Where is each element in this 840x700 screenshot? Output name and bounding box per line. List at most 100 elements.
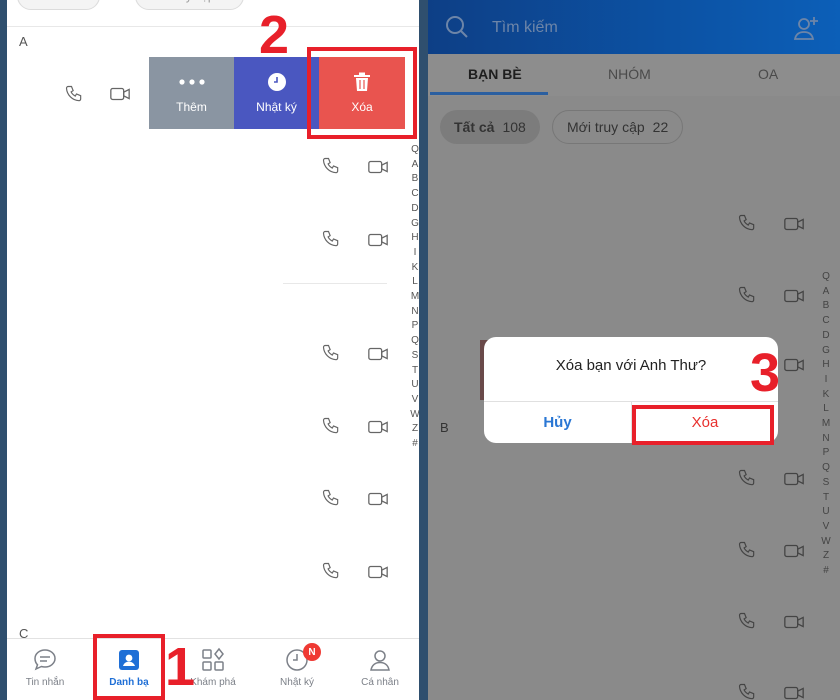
tab-label: Khám phá xyxy=(190,677,236,688)
chip-all-count: 108 xyxy=(502,119,526,135)
alpha-letter[interactable]: I xyxy=(825,373,828,388)
more-icon xyxy=(178,72,205,92)
phone-icon[interactable] xyxy=(736,285,758,305)
video-call-icon[interactable] xyxy=(367,157,389,177)
video-call-icon[interactable] xyxy=(367,344,389,364)
video-call-icon[interactable] xyxy=(783,683,805,700)
alpha-letter[interactable]: V xyxy=(823,520,830,535)
chip-all[interactable]: Tất cả 108 xyxy=(440,110,540,144)
alphabet-index[interactable]: Q A B C D G H I K L M N P Q S T U V W Z … xyxy=(409,143,419,452)
video-call-icon[interactable] xyxy=(109,84,131,104)
alpha-letter[interactable]: D xyxy=(822,329,829,344)
step-number-1: 1 xyxy=(165,637,196,697)
search-input[interactable]: Tìm kiếm xyxy=(492,19,558,37)
alpha-letter[interactable]: N xyxy=(411,305,418,320)
phone-icon[interactable] xyxy=(320,561,342,581)
cancel-button[interactable]: Hủy xyxy=(484,401,631,443)
alphabet-index[interactable]: Q A B C D G H I K L M N P Q S T U V W Z … xyxy=(820,270,832,579)
phone-icon[interactable] xyxy=(320,416,342,436)
alpha-letter[interactable]: L xyxy=(823,402,829,417)
alpha-search[interactable]: Q xyxy=(822,270,830,285)
phone-icon[interactable] xyxy=(736,468,758,488)
alpha-letter[interactable]: B xyxy=(823,299,830,314)
alpha-letter[interactable]: Z xyxy=(823,549,829,564)
alpha-letter[interactable]: M xyxy=(822,417,830,432)
bottom-tab-bar: Tin nhắn Danh bạ Khám phá Nhật ký N Cá n… xyxy=(7,638,419,700)
alpha-letter[interactable]: U xyxy=(822,505,829,520)
video-call-icon[interactable] xyxy=(783,612,805,632)
alpha-letter[interactable]: W xyxy=(410,408,419,423)
tab-groups[interactable]: NHÓM xyxy=(608,66,651,82)
step-number-3: 3 xyxy=(750,343,781,403)
tab-friends[interactable]: BẠN BÈ xyxy=(468,66,522,82)
phone-icon[interactable] xyxy=(736,540,758,560)
alpha-letter[interactable]: B xyxy=(412,172,419,187)
alpha-letter[interactable]: U xyxy=(411,378,418,393)
alpha-letter[interactable]: T xyxy=(823,491,829,506)
alpha-letter[interactable]: D xyxy=(411,202,418,217)
alpha-letter[interactable]: A xyxy=(823,285,830,300)
video-call-icon[interactable] xyxy=(367,230,389,250)
video-call-icon[interactable] xyxy=(367,562,389,582)
right-screen: Tìm kiếm BẠN BÈ NHÓM OA Tất cả 108 Mới t… xyxy=(428,0,840,700)
divider xyxy=(283,283,387,284)
phone-icon[interactable] xyxy=(320,488,342,508)
person-icon xyxy=(370,650,390,671)
video-call-icon[interactable] xyxy=(783,469,805,489)
alpha-letter[interactable]: V xyxy=(412,393,419,408)
phone-icon[interactable] xyxy=(736,213,758,233)
video-call-icon[interactable] xyxy=(783,286,805,306)
video-call-icon[interactable] xyxy=(783,355,805,375)
alpha-letter[interactable]: G xyxy=(822,344,830,359)
alpha-letter[interactable]: C xyxy=(411,187,418,202)
alpha-letter[interactable]: L xyxy=(412,275,418,290)
alpha-letter[interactable]: C xyxy=(822,314,829,329)
alpha-letter[interactable]: G xyxy=(411,217,419,232)
video-call-icon[interactable] xyxy=(783,541,805,561)
phone-icon[interactable] xyxy=(736,611,758,631)
tab-profile[interactable]: Cá nhân xyxy=(340,647,419,688)
alpha-letter[interactable]: W xyxy=(821,535,830,550)
phone-icon[interactable] xyxy=(320,156,342,176)
chip-recent[interactable]: Mới truy cập 22 xyxy=(135,0,245,10)
alpha-letter[interactable]: T xyxy=(412,364,418,379)
notification-badge: N xyxy=(303,643,321,661)
alpha-letter[interactable]: S xyxy=(412,349,419,364)
alpha-letter[interactable]: I xyxy=(414,246,417,261)
alpha-search[interactable]: Q xyxy=(411,143,419,158)
alpha-letter[interactable]: P xyxy=(412,319,419,334)
tab-label: Cá nhân xyxy=(361,677,399,688)
add-friend-icon[interactable] xyxy=(792,14,820,42)
alpha-letter[interactable]: P xyxy=(823,446,830,461)
alpha-letter[interactable]: S xyxy=(823,476,830,491)
alpha-letter[interactable]: # xyxy=(823,564,829,579)
video-call-icon[interactable] xyxy=(367,417,389,437)
more-button[interactable]: Thêm xyxy=(149,57,234,129)
alpha-letter[interactable]: # xyxy=(412,437,418,452)
alpha-letter[interactable]: M xyxy=(411,290,419,305)
video-call-icon[interactable] xyxy=(783,214,805,234)
alpha-letter[interactable]: A xyxy=(412,158,419,173)
phone-icon[interactable] xyxy=(320,229,342,249)
alpha-letter[interactable]: Q xyxy=(411,334,419,349)
chip-recent[interactable]: Mới truy cập 22 xyxy=(552,110,684,144)
section-letter-b: B xyxy=(440,420,449,435)
tab-oa[interactable]: OA xyxy=(758,66,778,82)
tab-diary[interactable]: Nhật ký N xyxy=(257,643,337,688)
alpha-letter[interactable]: K xyxy=(412,261,419,276)
chip-all[interactable]: Tất cả 108 xyxy=(17,0,100,10)
alpha-letter[interactable]: H xyxy=(411,231,418,246)
tab-messages[interactable]: Tin nhắn xyxy=(7,647,85,688)
alpha-letter[interactable]: Q xyxy=(822,461,830,476)
highlight-box-confirm xyxy=(632,405,774,445)
alpha-letter[interactable]: H xyxy=(822,358,829,373)
alpha-letter[interactable]: N xyxy=(822,432,829,447)
alpha-letter[interactable]: K xyxy=(823,388,830,403)
alpha-letter[interactable]: Z xyxy=(412,422,418,437)
video-call-icon[interactable] xyxy=(367,489,389,509)
phone-icon[interactable] xyxy=(736,682,758,700)
phone-icon[interactable] xyxy=(63,84,85,104)
search-icon[interactable] xyxy=(444,14,470,40)
chip-all-label: Tất cả xyxy=(454,119,495,135)
phone-icon[interactable] xyxy=(320,343,342,363)
